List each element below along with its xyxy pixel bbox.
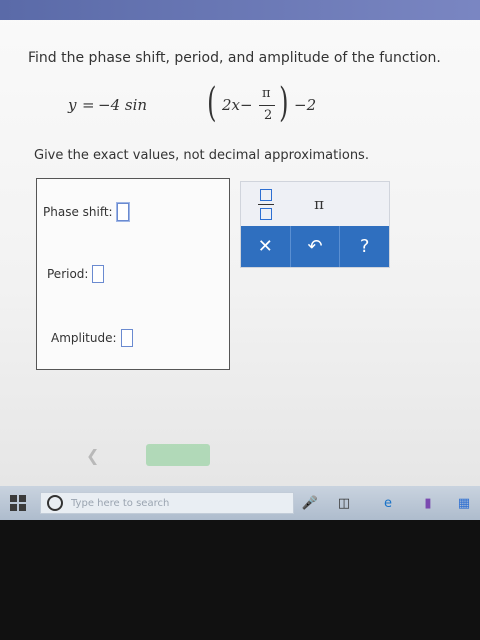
cortana-circle-icon xyxy=(47,495,63,511)
search-placeholder: Type here to search xyxy=(71,497,170,509)
fraction-numerator-box xyxy=(260,188,272,201)
help-button[interactable]: ? xyxy=(340,226,389,267)
phase-shift-label: Phase shift: xyxy=(43,205,113,219)
palette-action-row: ✕ ↶ ? xyxy=(241,226,389,267)
phase-shift-row: Phase shift: xyxy=(43,203,129,221)
monitor-bezel xyxy=(0,520,480,640)
fraction-line xyxy=(258,203,274,205)
screen: Find the phase shift, period, and amplit… xyxy=(0,0,480,520)
clear-button[interactable]: ✕ xyxy=(241,226,291,267)
equation-inner: 2x− xyxy=(222,96,253,114)
taskbar-search[interactable]: Type here to search xyxy=(40,492,294,514)
math-palette: π ✕ ↶ ? xyxy=(240,181,390,268)
fraction-denominator-box xyxy=(260,207,272,220)
answer-box: Phase shift: Period: Amplitude: xyxy=(36,178,230,370)
microphone-icon[interactable]: 🎤 xyxy=(302,495,318,511)
equation-lhs: y xyxy=(68,96,77,114)
task-view-icon[interactable]: ◫ xyxy=(336,495,352,511)
period-label: Period: xyxy=(47,267,89,281)
windows-taskbar: Type here to search 🎤 ◫ e ▮ ▦ xyxy=(0,486,480,520)
edge-browser-icon[interactable]: e xyxy=(380,495,396,511)
folder-icon[interactable]: ▮ xyxy=(420,495,436,511)
fraction-button[interactable] xyxy=(249,186,283,222)
amplitude-input[interactable] xyxy=(120,329,133,347)
period-input[interactable] xyxy=(92,265,105,283)
left-paren: ( xyxy=(207,80,217,126)
chevron-left-icon: ❮ xyxy=(86,446,100,465)
store-icon[interactable]: ▦ xyxy=(456,495,472,511)
equation: y = −4 sin ( 2x− π 2 ) −2 xyxy=(68,80,328,130)
equation-equals: = xyxy=(82,96,95,114)
instruction-text: Give the exact values, not decimal appro… xyxy=(34,148,369,163)
undo-button[interactable]: ↶ xyxy=(291,226,341,267)
palette-symbol-row: π xyxy=(241,182,389,226)
fraction-numerator: π xyxy=(262,86,271,101)
equation-tail: −2 xyxy=(294,96,317,114)
equation-coefficient: −4 sin xyxy=(98,96,148,114)
browser-top-bar xyxy=(0,0,480,20)
fraction-bar xyxy=(259,105,275,106)
fraction-denominator: 2 xyxy=(264,108,273,123)
period-row: Period: xyxy=(47,265,105,283)
right-paren: ) xyxy=(279,80,289,126)
check-answer-button[interactable] xyxy=(146,444,210,466)
windows-start-icon[interactable] xyxy=(10,495,26,511)
question-text: Find the phase shift, period, and amplit… xyxy=(28,50,441,66)
amplitude-row: Amplitude: xyxy=(51,329,133,347)
amplitude-label: Amplitude: xyxy=(51,331,117,345)
phase-shift-input[interactable] xyxy=(116,203,129,221)
pi-button[interactable]: π xyxy=(299,190,339,218)
